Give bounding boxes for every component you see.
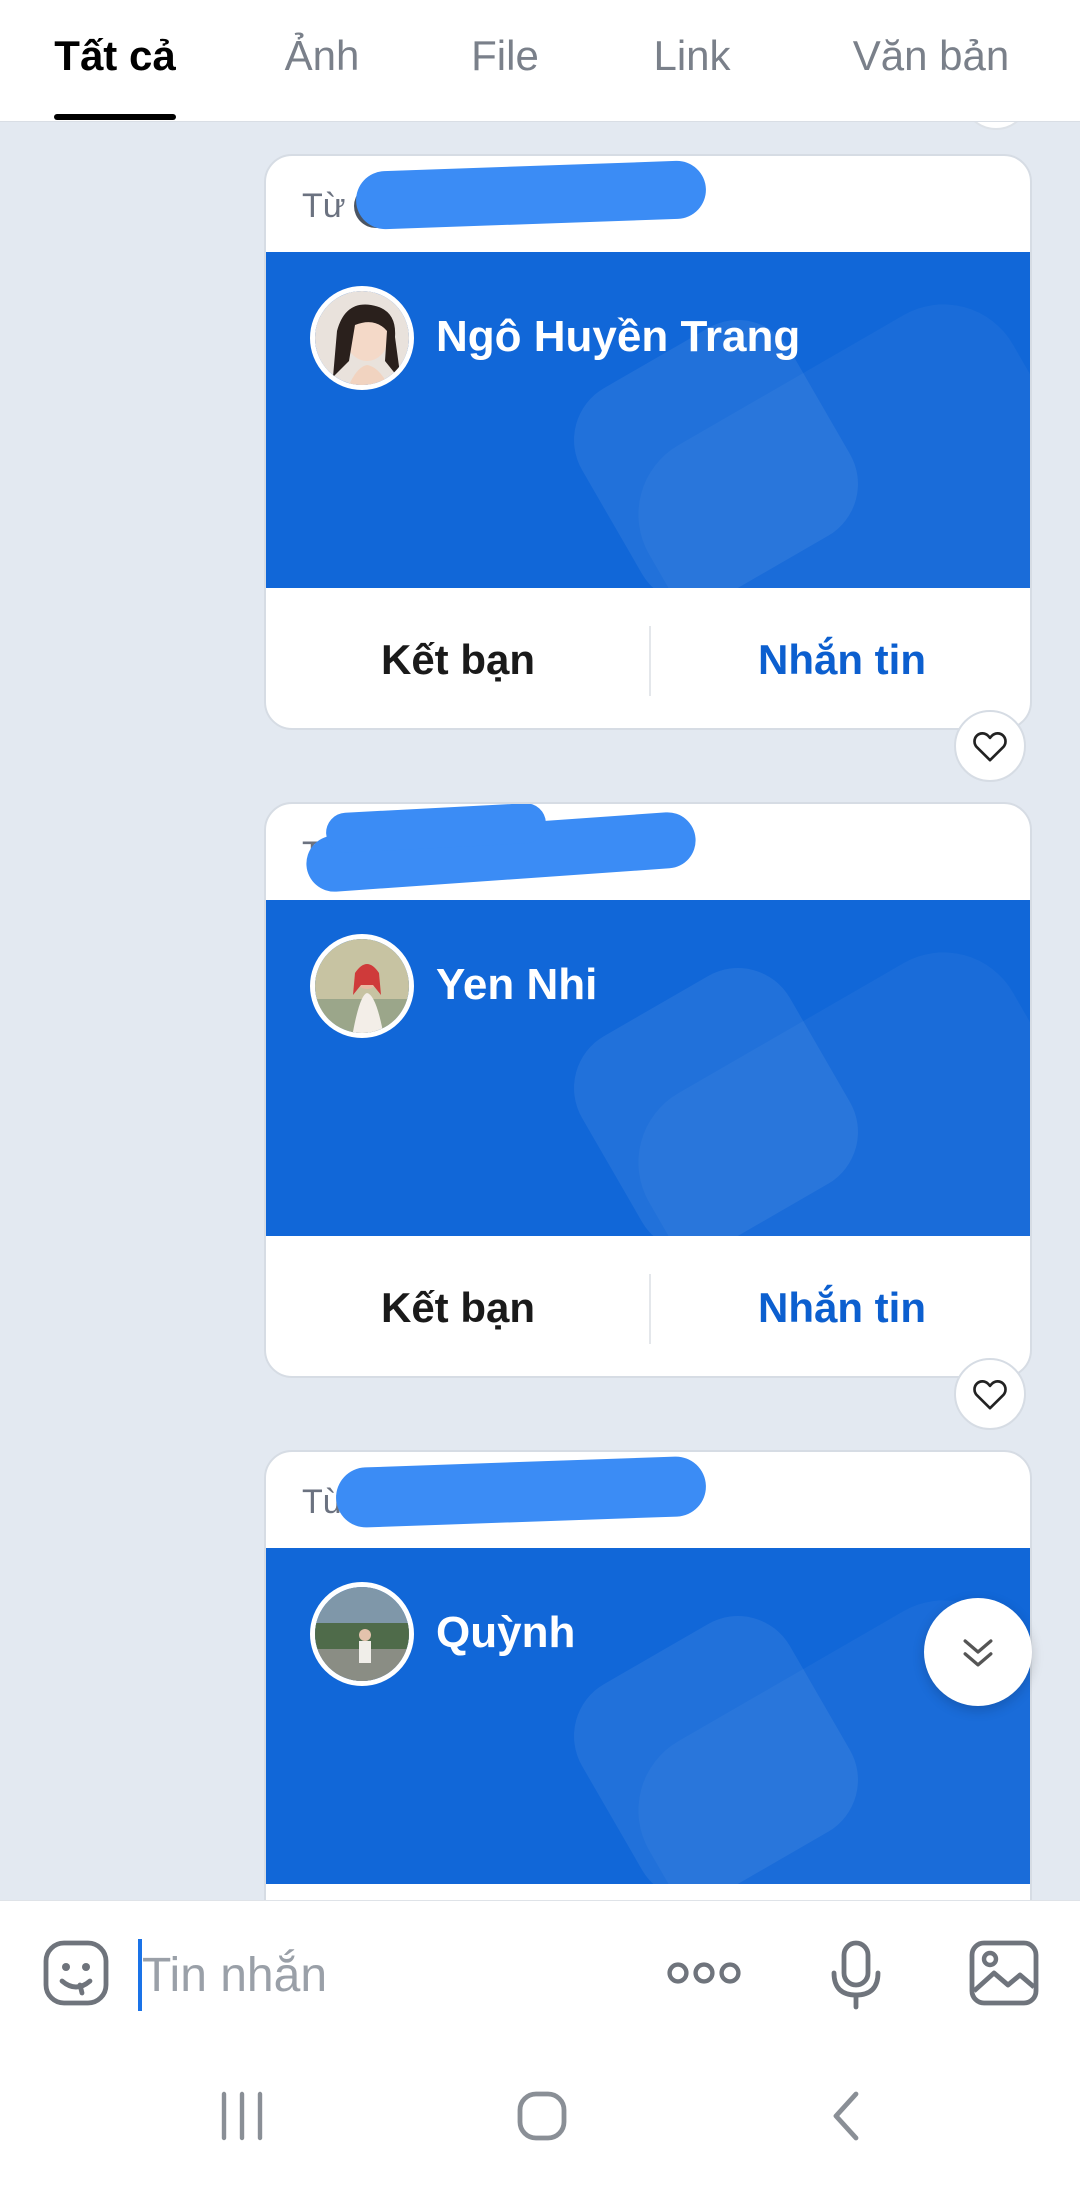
more-icon [667,1962,741,1984]
contact-avatar[interactable] [310,1582,414,1686]
contact-name: Yen Nhi [436,960,598,1009]
home-button[interactable] [514,2086,570,2151]
tab-photos[interactable]: Ảnh [272,30,372,82]
tab-files[interactable]: File [460,30,550,82]
home-icon [517,2091,567,2141]
system-navigation-bar [0,2046,1080,2187]
heart-react-button[interactable] [954,710,1026,782]
heart-react-button[interactable] [954,1358,1026,1430]
message-input[interactable] [142,1935,602,2015]
redaction-mark [355,159,707,231]
back-button[interactable] [826,2086,866,2151]
contact-banner[interactable]: Quỳnh [266,1548,1030,1884]
add-friend-button[interactable]: Kết bạn [266,1236,650,1376]
recent-apps-icon [221,2091,263,2141]
message-composer [0,1900,1080,2046]
contact-banner[interactable]: Yen Nhi [266,900,1030,1236]
media-tab-bar: Tất cả Ảnh File Link Văn bản [0,0,1080,122]
recent-apps-button[interactable] [216,2086,268,2151]
contact-avatar[interactable] [310,286,414,390]
tab-all[interactable]: Tất cả [54,30,176,82]
contact-card: Từ Yen Nhi Kết bạn Nhắn tin [264,802,1032,1378]
back-icon [833,2091,859,2141]
previous-reaction-button[interactable] [962,122,1030,130]
voice-button[interactable] [820,1937,892,2018]
card-actions: Kết bạn Nhắn tin [266,588,1030,728]
from-label: Từ [302,186,346,225]
contact-name: Quỳnh [436,1608,576,1657]
contact-name: Ngô Huyền Trang [436,312,801,361]
message-list[interactable]: Từ Ngô Huyền Trang Kết bạn Nhắn tin Yen … [0,122,1080,1900]
heart-icon [973,1380,1007,1410]
contact-card: Từ Quỳnh [264,1450,1032,1900]
add-friend-button[interactable]: Kết bạn [266,588,650,728]
tab-links[interactable]: Link [640,30,744,82]
send-message-button[interactable]: Nhắn tin [650,588,1030,728]
more-button[interactable] [662,1941,746,2010]
gallery-button[interactable] [966,1937,1042,2014]
send-message-button[interactable]: Nhắn tin [650,1236,1030,1376]
heart-icon [973,732,1007,762]
sticker-icon [43,1940,109,2006]
scroll-to-bottom-button[interactable] [924,1598,1032,1706]
image-icon [969,1940,1039,2006]
contact-avatar[interactable] [310,934,414,1038]
redaction-mark [335,1455,707,1529]
tab-text[interactable]: Văn bản [836,30,1026,82]
card-actions: Kết bạn Nhắn tin [266,1236,1030,1376]
sticker-button[interactable] [40,1937,112,2014]
microphone-icon [831,1940,881,2010]
contact-banner[interactable]: Ngô Huyền Trang [266,252,1030,588]
chevron-double-down-icon [963,1639,993,1667]
contact-card: Từ Ngô Huyền Trang Kết bạn Nhắn tin [264,154,1032,730]
active-tab-indicator [54,114,176,120]
